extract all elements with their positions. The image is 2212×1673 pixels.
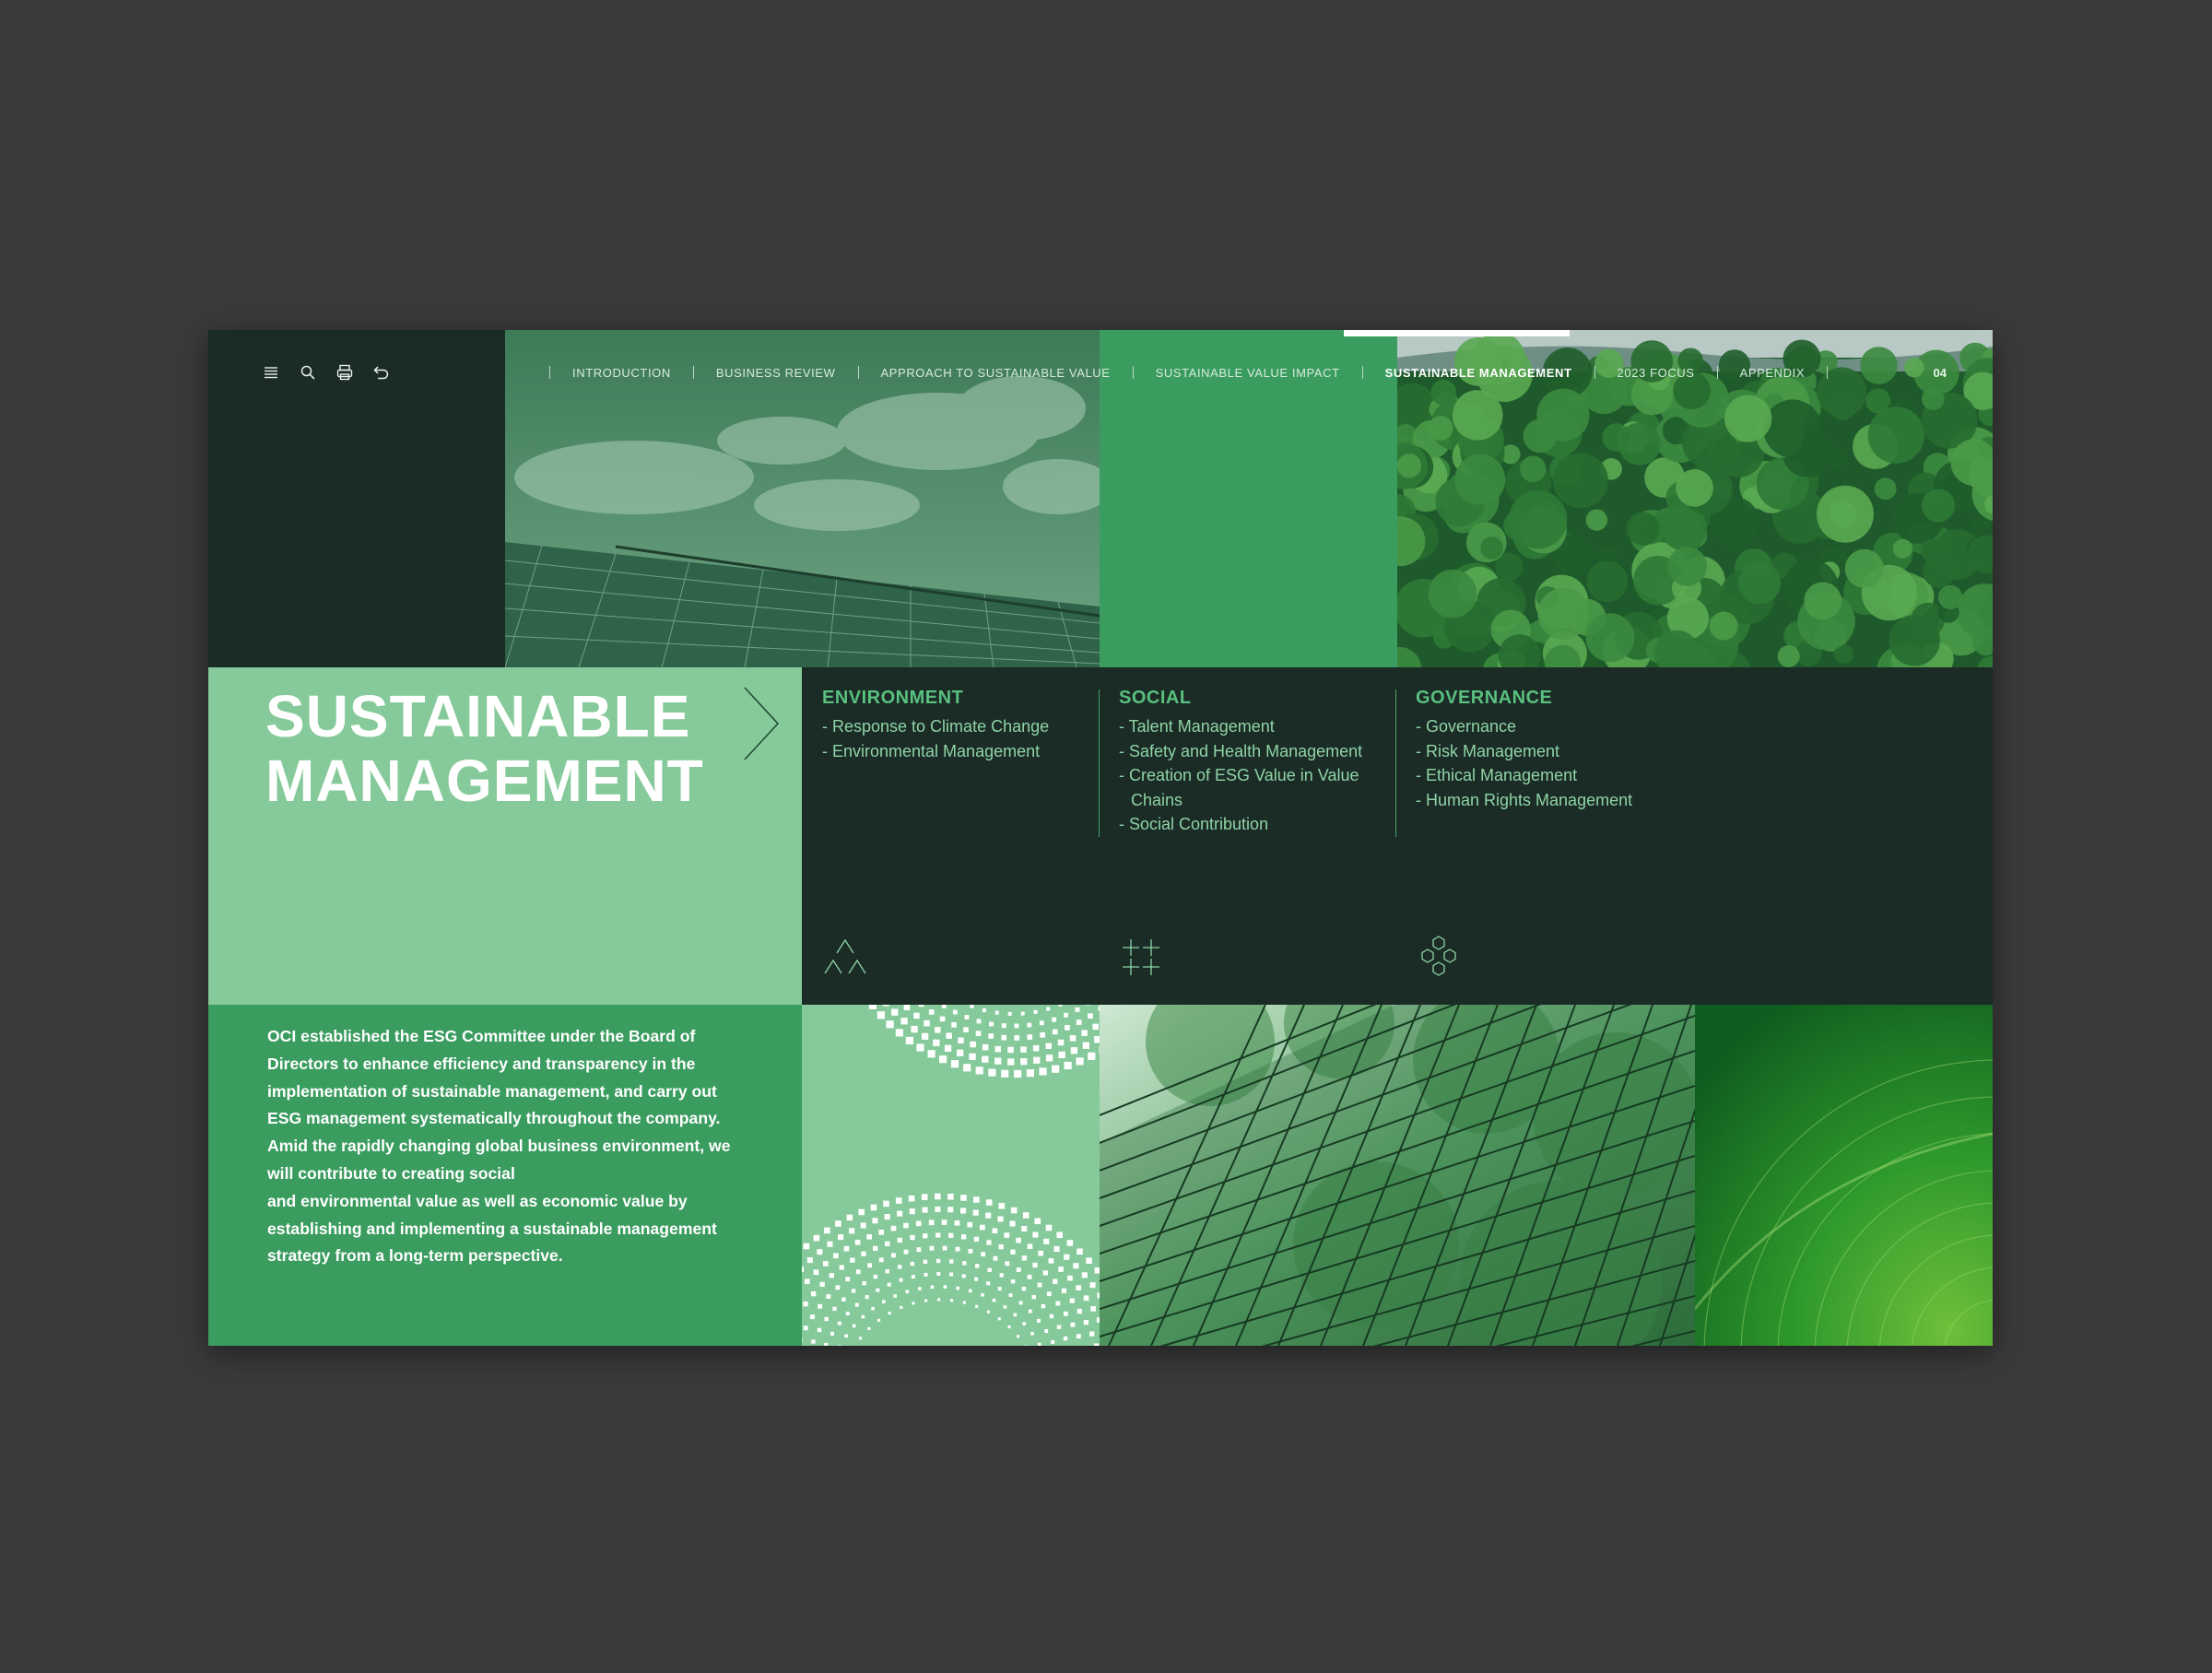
nav-item-approach-to-sustainable-value[interactable]: APPROACH TO SUSTAINABLE VALUE [881,366,1111,380]
nav-separator [1132,366,1134,379]
description-panel: OCI established the ESG Committee under … [208,1005,802,1346]
nav-item-introduction[interactable]: INTRODUCTION [572,366,671,380]
print-icon[interactable] [335,363,354,382]
menu-icon[interactable] [262,363,280,382]
category-list: - Governance - Risk Management - Ethical… [1416,714,1692,812]
back-icon[interactable] [372,363,391,382]
hexagons-icon [1421,936,1456,976]
category-governance: GOVERNANCE - Governance - Risk Managemen… [1416,688,1692,812]
nav-separator [857,366,859,379]
list-item[interactable]: - Talent Management [1119,714,1395,739]
chevron-right-icon [744,687,780,760]
search-icon[interactable] [299,363,317,382]
nav-separator [549,366,550,379]
description-line: Amid the rapidly changing global busines… [267,1137,731,1156]
category-list: - Response to Climate Change - Environme… [822,714,1099,763]
nav-item-business-review[interactable]: BUSINESS REVIEW [716,366,836,380]
description-line: establishing and implementing a sustaina… [267,1219,717,1238]
list-item[interactable]: - Risk Management [1416,739,1692,764]
glass-building-trees-image [1100,1005,1695,1346]
description-text: OCI established the ESG Committee under … [267,1023,765,1270]
category-title: SOCIAL [1119,688,1192,708]
description-line: and environmental value as well as econo… [267,1191,688,1210]
list-item[interactable]: - Governance [1416,714,1692,739]
description-line: Directors to enhance efficiency and tran… [267,1054,696,1073]
list-item[interactable]: - Human Rights Management [1416,788,1692,813]
esg-categories-panel: ENVIRONMENT - Response to Climate Change… [802,667,1993,1005]
page-title: SUSTAINABLE MANAGEMENT [265,684,704,813]
list-item[interactable]: - Social Contribution [1119,812,1395,837]
nav-item-sustainable-value-impact[interactable]: SUSTAINABLE VALUE IMPACT [1156,366,1340,380]
nav-item-2023-focus[interactable]: 2023 FOCUS [1618,366,1695,380]
nav-separator [1594,366,1595,379]
divider [1395,689,1396,837]
dotted-arcs-pattern [802,1005,1100,1346]
plus-grid-icon [1123,939,1159,975]
nav-separator [1716,366,1718,379]
category-title: ENVIRONMENT [822,688,964,708]
list-item[interactable]: - Ethical Management [1416,763,1692,788]
active-tab-indicator [1344,330,1570,336]
category-list: - Talent Management - Safety and Health … [1119,714,1395,837]
description-line: implementation of sustainable management… [267,1081,717,1101]
list-item[interactable]: - Environmental Management [822,739,1099,764]
page-title-line1: SUSTAINABLE [265,683,691,749]
nav-separator [1361,366,1363,379]
nav-item-appendix[interactable]: APPENDIX [1740,366,1806,380]
green-leaf-closeup-image [1695,1005,1993,1346]
toolbar [262,363,391,382]
nav-separator [692,366,694,379]
description-line: will contribute to creating social [267,1163,515,1183]
description-line: strategy from a long-term perspective. [267,1246,563,1266]
divider [1099,689,1100,837]
nav-separator [1827,366,1829,379]
nav-item-sustainable-management[interactable]: SUSTAINABLE MANAGEMENT [1385,366,1572,380]
top-navigation: INTRODUCTION BUSINESS REVIEW APPROACH TO… [549,363,1947,382]
description-line: OCI established the ESG Committee under … [267,1027,696,1045]
list-item[interactable]: - Creation of ESG Value in Value Chains [1119,763,1395,812]
section-title-panel: SUSTAINABLE MANAGEMENT [208,667,802,1005]
description-line: ESG management systematically throughout… [267,1109,721,1128]
report-page: INTRODUCTION BUSINESS REVIEW APPROACH TO… [208,330,1993,1346]
category-social: SOCIAL - Talent Management - Safety and … [1119,688,1395,837]
page-title-line2: MANAGEMENT [265,748,704,814]
list-item[interactable]: - Safety and Health Management [1119,739,1395,764]
triangles-icon [824,938,866,974]
list-item[interactable]: - Response to Climate Change [822,714,1099,739]
category-title: GOVERNANCE [1416,688,1553,708]
category-environment: ENVIRONMENT - Response to Climate Change… [822,688,1099,763]
page-number: 04 [1933,365,1947,380]
